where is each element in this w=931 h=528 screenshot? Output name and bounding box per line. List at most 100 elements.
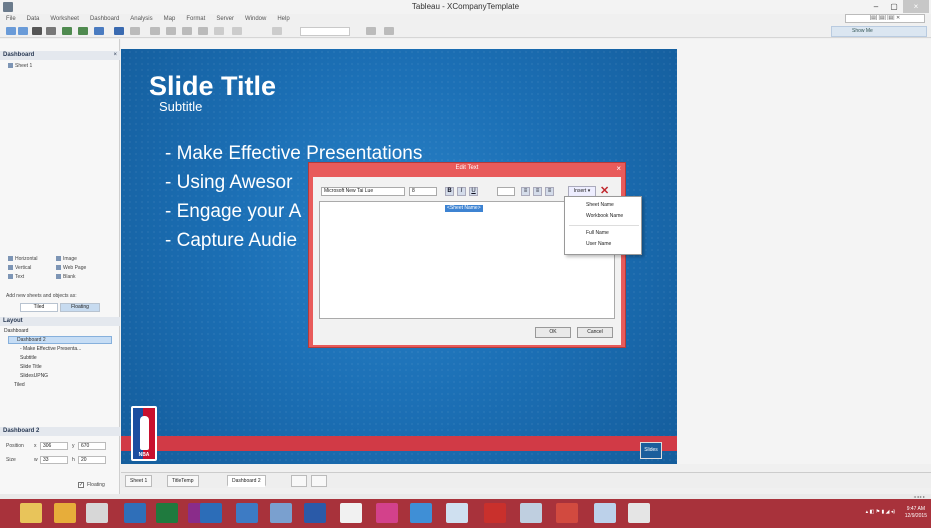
media-icon[interactable] xyxy=(270,503,292,523)
lync-icon[interactable] xyxy=(236,503,258,523)
bold-button[interactable]: B xyxy=(445,187,454,196)
cancel-button[interactable]: Cancel xyxy=(577,327,613,338)
insert-full-name[interactable]: Full Name xyxy=(586,230,609,236)
layout-item[interactable]: Dashboard xyxy=(4,328,28,334)
object-vertical[interactable]: Vertical xyxy=(8,265,31,271)
font-family-select[interactable]: Microsoft New Tai Lue xyxy=(321,187,405,196)
new-sheet-icon[interactable] xyxy=(291,475,307,487)
clear-icon[interactable] xyxy=(198,27,208,35)
new-data-source-icon[interactable] xyxy=(46,27,56,35)
insert-user-name[interactable]: User Name xyxy=(586,241,611,247)
fit-dropdown[interactable] xyxy=(300,27,350,36)
io-app-icon[interactable] xyxy=(376,503,398,523)
object-web-page[interactable]: Web Page xyxy=(56,265,86,271)
network-app-icon[interactable] xyxy=(446,503,468,523)
layout-item-selected[interactable]: Dashboard 2 xyxy=(8,336,112,344)
maximize-button[interactable]: ▢ xyxy=(885,0,903,13)
align-left-button[interactable]: ≡ xyxy=(521,187,530,196)
x-position-input[interactable]: 306 xyxy=(40,442,68,450)
dashboard-pane-close[interactable]: × xyxy=(113,51,117,60)
slides-badge-icon[interactable]: Slides xyxy=(640,442,662,459)
menu-analysis[interactable]: Analysis xyxy=(130,14,152,24)
layout-item[interactable]: Subtitle xyxy=(20,355,37,361)
dialog-close-button[interactable]: × xyxy=(616,164,621,173)
view-mode-buttons[interactable]: |▤| |▤| |▤| ✕ xyxy=(845,14,925,23)
floating-checkbox[interactable]: ✓ xyxy=(78,482,84,488)
menu-map[interactable]: Map xyxy=(164,14,176,24)
excel-icon[interactable] xyxy=(156,503,178,523)
height-input[interactable]: 20 xyxy=(78,456,106,464)
pen-icon[interactable] xyxy=(366,27,376,35)
slide-title[interactable]: Slide Title xyxy=(149,71,276,102)
chart-icon[interactable] xyxy=(94,27,104,35)
object-image[interactable]: Image xyxy=(56,256,77,262)
layout-item[interactable]: - Make Effective Presenta... xyxy=(20,346,81,352)
underline-button[interactable]: U xyxy=(469,187,478,196)
object-blank[interactable]: Blank xyxy=(56,274,76,280)
fit-icon[interactable] xyxy=(214,27,224,35)
swap-icon[interactable] xyxy=(114,27,124,35)
menu-dashboard[interactable]: Dashboard xyxy=(90,14,119,24)
y-position-input[interactable]: 670 xyxy=(78,442,106,450)
new-dashboard-icon[interactable] xyxy=(311,475,327,487)
close-button[interactable]: × xyxy=(903,0,929,13)
paint-icon[interactable] xyxy=(594,503,616,523)
save-icon[interactable] xyxy=(32,27,42,35)
app-icon[interactable] xyxy=(86,503,108,523)
outlook-icon[interactable] xyxy=(200,503,222,523)
menu-data[interactable]: Data xyxy=(27,14,40,24)
layout-item[interactable]: Tiled xyxy=(14,382,25,388)
slide-subtitle[interactable]: Subtitle xyxy=(159,99,202,114)
acrobat-icon[interactable] xyxy=(484,503,506,523)
file-explorer-icon[interactable] xyxy=(20,503,42,523)
minimize-button[interactable]: – xyxy=(867,0,885,13)
insert-sheet-name[interactable]: Sheet Name xyxy=(586,202,614,208)
floating-toggle[interactable]: Floating xyxy=(60,303,100,312)
italic-button[interactable]: I xyxy=(457,187,466,196)
tiled-toggle[interactable]: Tiled xyxy=(20,303,58,312)
word-icon[interactable] xyxy=(304,503,326,523)
menu-format[interactable]: Format xyxy=(186,14,205,24)
sheet-list-item[interactable]: Sheet 1 xyxy=(8,63,32,69)
menu-help[interactable]: Help xyxy=(277,14,289,24)
menu-worksheet[interactable]: Worksheet xyxy=(50,14,79,24)
forward-icon[interactable] xyxy=(18,27,28,35)
show-cards-icon[interactable] xyxy=(384,27,394,35)
camera-app-icon[interactable] xyxy=(520,503,542,523)
object-text[interactable]: Text xyxy=(8,274,24,280)
menu-server[interactable]: Server xyxy=(216,14,234,24)
tab-titletemp[interactable]: TitleTemp xyxy=(167,475,199,487)
sort-icon[interactable] xyxy=(130,27,140,35)
width-input[interactable]: 33 xyxy=(40,456,68,464)
font-color-picker[interactable] xyxy=(497,187,515,196)
os-app-icon[interactable] xyxy=(124,503,146,523)
ok-button[interactable]: OK xyxy=(535,327,571,338)
powerpoint-icon[interactable] xyxy=(556,503,578,523)
new-worksheet-icon[interactable] xyxy=(62,27,72,35)
taskbar-clock[interactable]: 9:47 AM 12/9/2015 xyxy=(905,506,927,520)
menu-file[interactable]: File xyxy=(6,14,16,24)
duplicate-sheet-icon[interactable] xyxy=(78,27,88,35)
label-icon[interactable] xyxy=(166,27,176,35)
layout-item[interactable]: Slide Title xyxy=(20,364,42,370)
ie-icon[interactable] xyxy=(410,503,432,523)
system-tray[interactable]: ▴ ◧ ⚑ ▮ ◢ ◂) xyxy=(866,509,895,515)
align-right-button[interactable]: ≡ xyxy=(545,187,554,196)
object-horizontal[interactable]: Horizontal xyxy=(8,256,38,262)
align-center-button[interactable]: ≡ xyxy=(533,187,542,196)
firefox-icon[interactable] xyxy=(54,503,76,523)
font-size-select[interactable]: 8 xyxy=(409,187,437,196)
back-icon[interactable] xyxy=(6,27,16,35)
menu-window[interactable]: Window xyxy=(245,14,266,24)
fix-axes-icon[interactable] xyxy=(272,27,282,35)
presentation-icon[interactable] xyxy=(232,27,242,35)
tableau-workbook-icon[interactable] xyxy=(628,503,650,523)
highlight-icon[interactable] xyxy=(182,27,192,35)
tableau-task-icon[interactable] xyxy=(340,503,362,523)
tab-sheet-1[interactable]: Sheet 1 xyxy=(125,475,153,487)
layout-item[interactable]: SlidesUPNG xyxy=(20,373,48,379)
tab-dashboard-2[interactable]: Dashboard 2 xyxy=(227,475,266,487)
insert-workbook-name[interactable]: Workbook Name xyxy=(586,213,623,219)
show-me-button[interactable]: Show Me xyxy=(831,26,927,37)
group-icon[interactable] xyxy=(150,27,160,35)
